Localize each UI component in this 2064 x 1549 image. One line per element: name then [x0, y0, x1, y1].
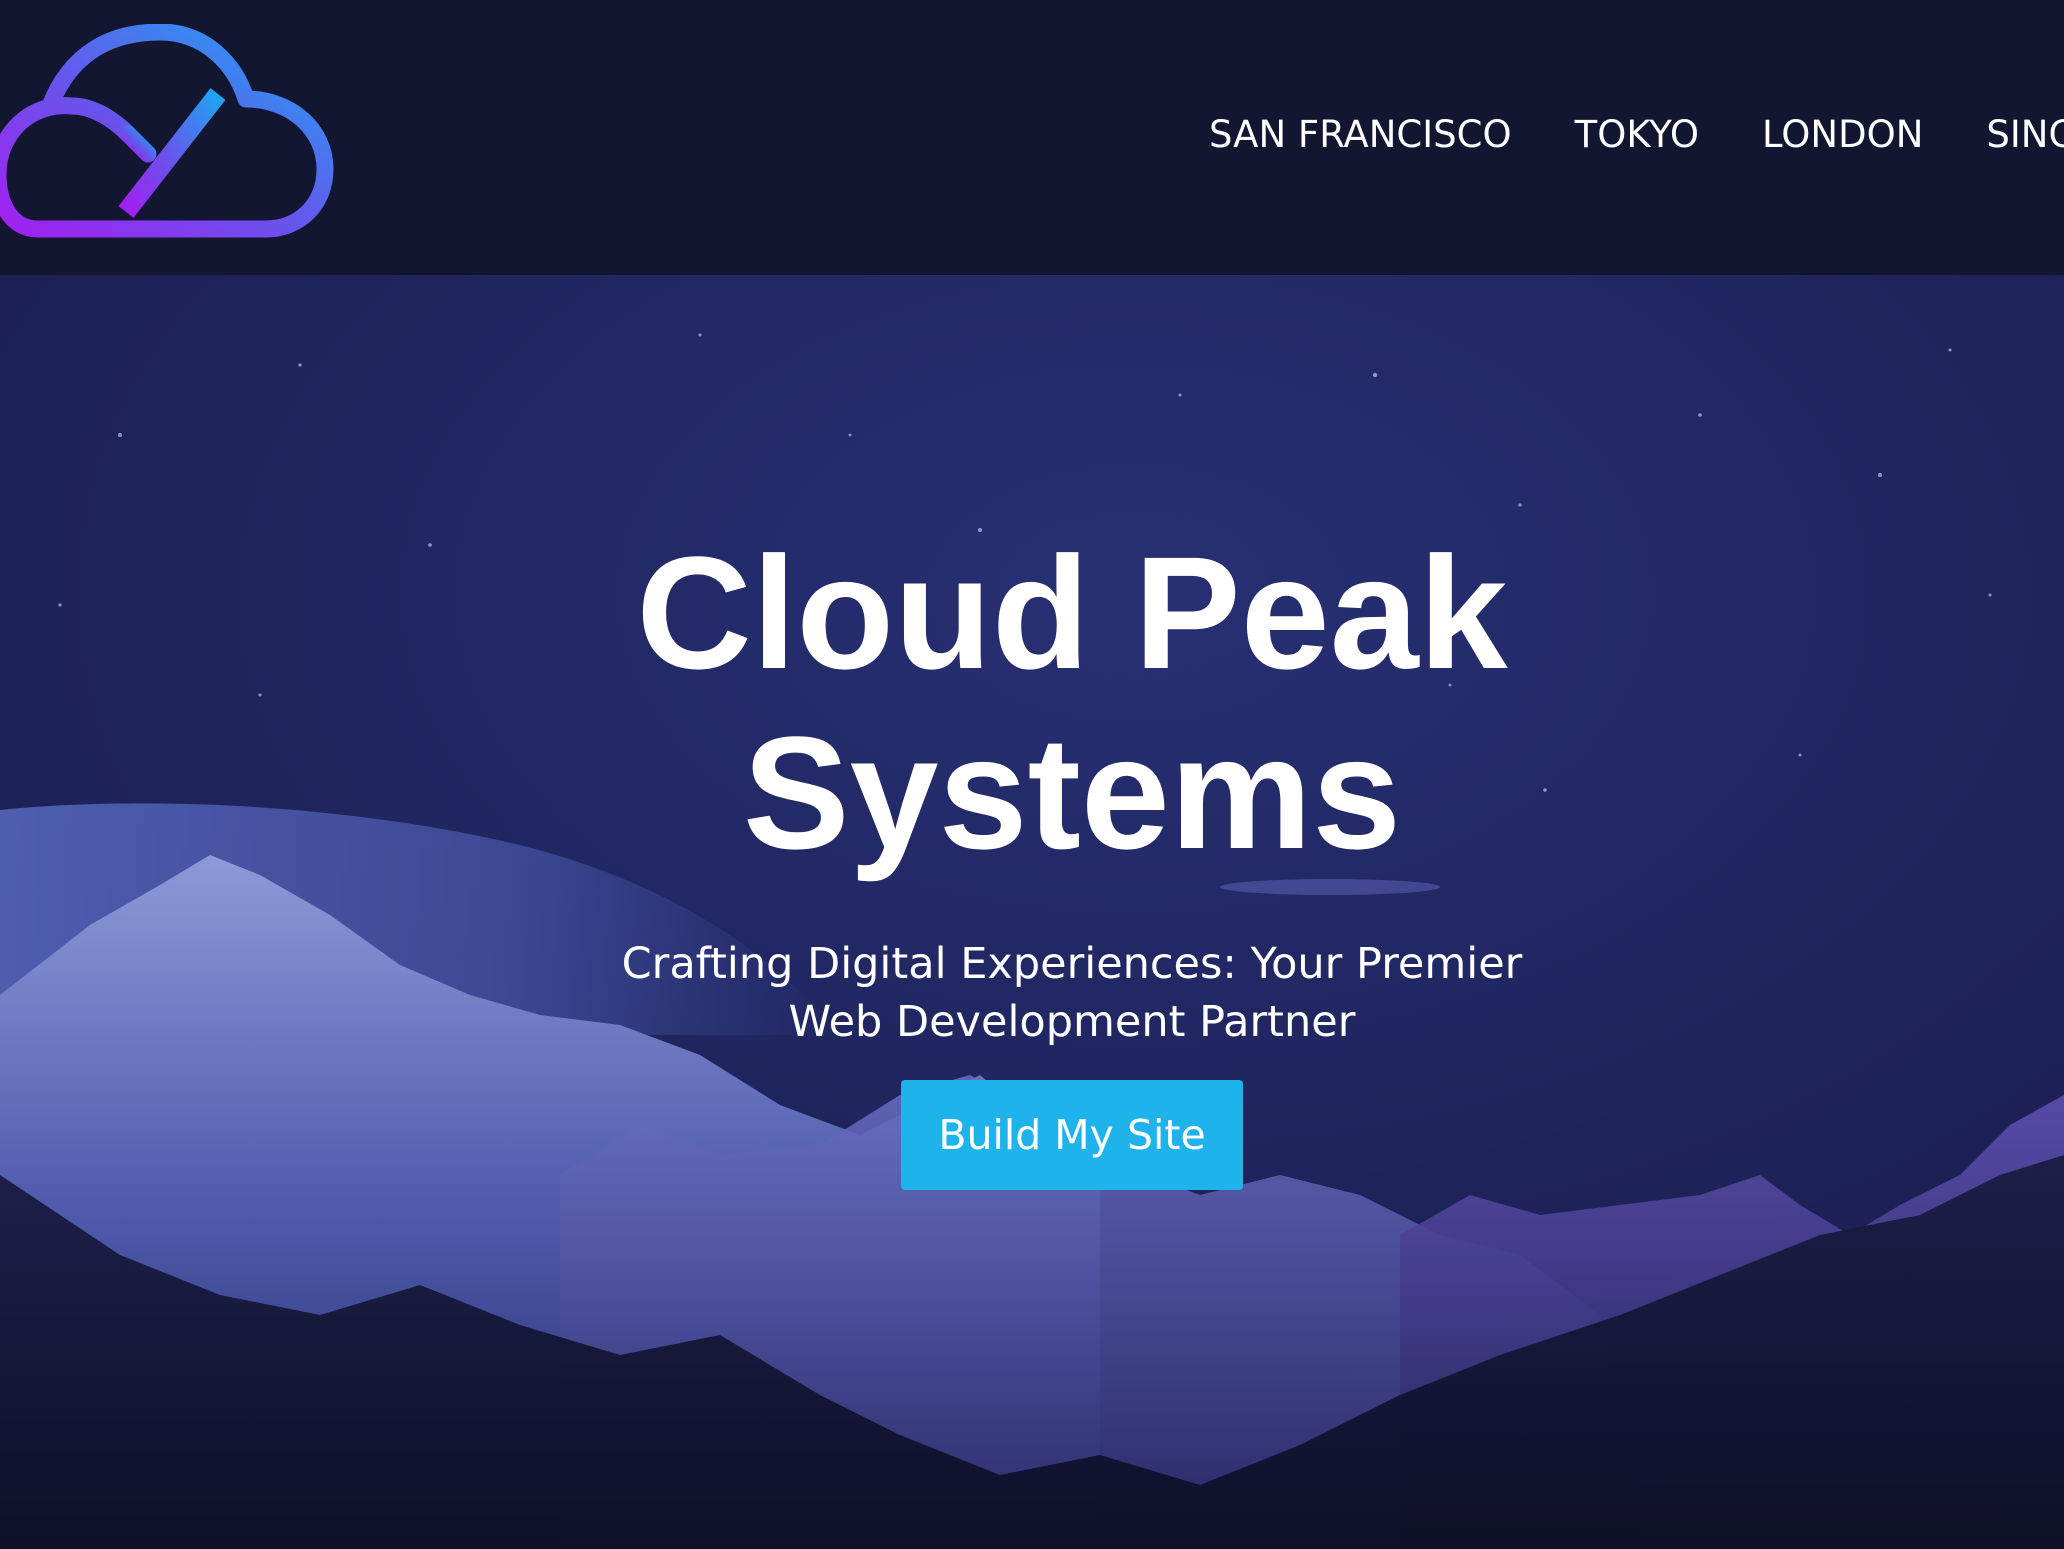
nav-item-san-francisco[interactable]: SAN FRANCISCO — [1209, 113, 1512, 156]
nav-item-tokyo[interactable]: TOKYO — [1575, 113, 1699, 156]
hero-title-line-2: Systems — [742, 703, 1402, 882]
hero-subtitle: Crafting Digital Experiences: Your Premi… — [621, 939, 1523, 1047]
hero-title-line-1: Cloud Peak — [636, 523, 1508, 702]
build-my-site-button[interactable]: Build My Site — [901, 1080, 1243, 1190]
hero-content: Cloud Peak Systems Crafting Digital Expe… — [0, 275, 2064, 1549]
main-nav: SAN FRANCISCO TOKYO LONDON SINGA — [1209, 104, 2064, 164]
cloud-logo-icon[interactable] — [0, 24, 350, 244]
landing-page: SAN FRANCISCO TOKYO LONDON SINGA — [0, 0, 2064, 1549]
hero-section: Cloud Peak Systems Crafting Digital Expe… — [0, 275, 2064, 1549]
site-header: SAN FRANCISCO TOKYO LONDON SINGA — [0, 0, 2064, 275]
nav-item-singapore[interactable]: SINGA — [1986, 113, 2064, 156]
hero-title: Cloud Peak Systems — [532, 523, 1612, 883]
nav-item-london[interactable]: LONDON — [1762, 113, 1923, 156]
